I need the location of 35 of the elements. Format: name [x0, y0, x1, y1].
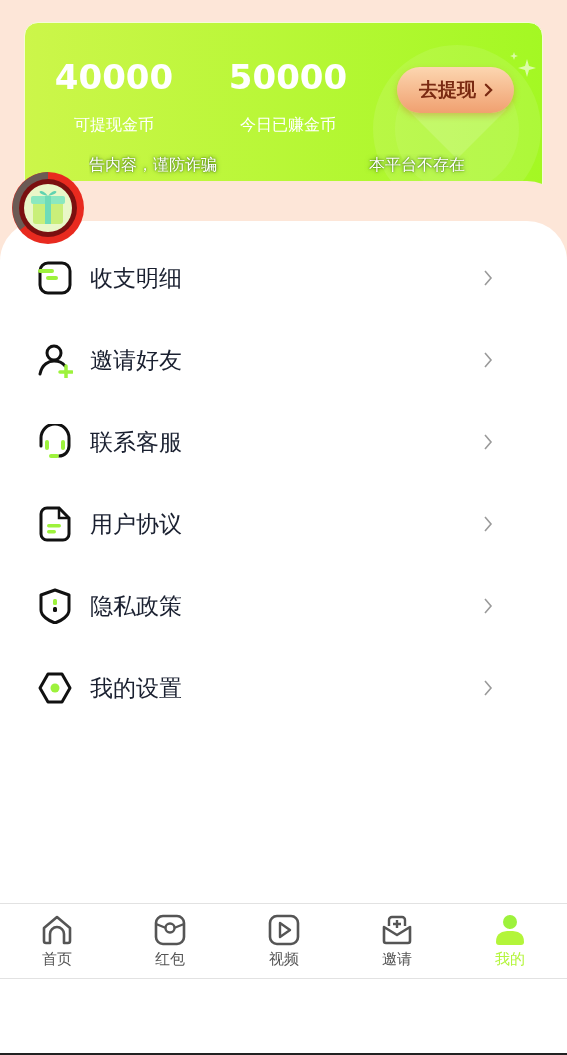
tab-item[interactable]: 视频 — [226, 904, 341, 978]
menu-item[interactable]: 联系客服 — [0, 401, 567, 483]
notice-text: 告内容，谨防诈骗 — [89, 154, 217, 176]
tab-item[interactable]: 邀请 — [340, 904, 454, 978]
coin-label: 可提现金币 — [74, 115, 154, 135]
add-user-icon — [37, 342, 73, 378]
chevron-right-icon — [483, 433, 493, 451]
chevron-right-icon — [483, 679, 493, 697]
envelope-icon — [380, 913, 413, 946]
menu-item[interactable]: 用户协议 — [0, 483, 567, 565]
withdraw-button[interactable]: 去提现 — [397, 67, 514, 113]
hexagon-icon — [37, 670, 73, 706]
user-icon — [494, 913, 527, 946]
menu-item[interactable]: 我的设置 — [0, 647, 567, 729]
list-icon — [37, 260, 73, 296]
shield-icon — [37, 588, 73, 624]
coin-amount: 40000 — [54, 57, 174, 97]
menu-item[interactable]: 隐私政策 — [0, 565, 567, 647]
tab-item[interactable]: 红包 — [113, 904, 227, 978]
notice-text: 本平台不存在 — [369, 154, 465, 176]
chevron-right-icon — [483, 83, 493, 97]
chevron-right-icon — [483, 351, 493, 369]
coin-amount: 50000 — [228, 57, 348, 97]
chevron-right-icon — [483, 597, 493, 615]
menu-item[interactable]: 收支明细 — [0, 237, 567, 319]
play-icon — [267, 913, 300, 946]
chevron-right-icon — [483, 269, 493, 287]
chevron-right-icon — [483, 515, 493, 533]
coin-label: 今日已赚金币 — [240, 115, 336, 135]
camera-icon — [154, 913, 187, 946]
headset-icon — [37, 424, 73, 460]
home-icon — [40, 913, 73, 946]
menu-item[interactable]: 邀请好友 — [0, 319, 567, 401]
document-icon — [37, 506, 73, 542]
tab-item[interactable]: 首页 — [0, 904, 114, 978]
